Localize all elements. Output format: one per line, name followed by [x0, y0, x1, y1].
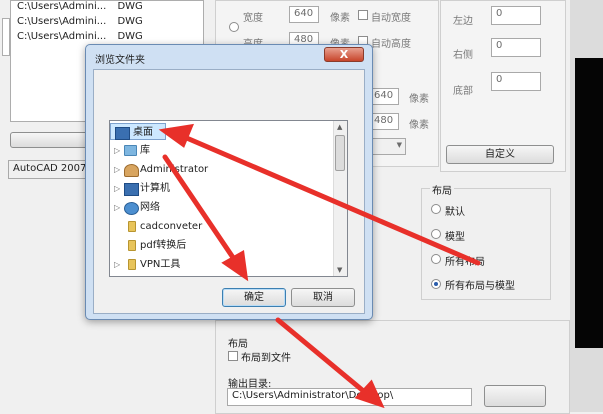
- layout-radio-default[interactable]: [431, 204, 441, 214]
- dialog-body: 桌面 ▷ 库 ▷ Administrator ▷ 计算机 ▷ 网络 cadcon…: [93, 69, 365, 314]
- expand-arrow-icon[interactable]: ▷: [114, 256, 120, 273]
- tree-item-administrator[interactable]: ▷ Administrator: [110, 161, 310, 178]
- browse-folder-dialog: 浏览文件夹 X 桌面 ▷ 库 ▷ Administrator ▷ 计算机 ▷ 网…: [85, 44, 373, 320]
- scroll-thumb[interactable]: [335, 135, 345, 171]
- width2-input[interactable]: 640: [369, 88, 399, 105]
- layout-radio-all-layouts-model[interactable]: [431, 279, 441, 289]
- auto-width-label: 自动宽度: [371, 13, 411, 24]
- network-icon: [124, 202, 139, 215]
- tree-item-vpn[interactable]: ▷ VPN工具: [110, 256, 310, 273]
- scroll-down-icon[interactable]: ▼: [337, 266, 342, 274]
- tree-item-pdf[interactable]: pdf转换后: [110, 237, 310, 254]
- size-radio[interactable]: [229, 22, 239, 32]
- custom-button[interactable]: 自定义: [446, 145, 554, 164]
- chevron-down-icon: ▼: [396, 141, 402, 149]
- browse-button[interactable]: [484, 385, 546, 407]
- right-margin-label: 右侧: [453, 50, 473, 61]
- file-row[interactable]: C:\Users\Admini... DWG: [17, 31, 143, 42]
- file-row[interactable]: C:\Users\Admini... DWG: [17, 16, 143, 27]
- layout-bottom-title: 布局: [228, 339, 248, 350]
- layout-radio-model[interactable]: [431, 229, 441, 239]
- tree-item-computer[interactable]: ▷ 计算机: [110, 180, 310, 197]
- folder-icon: [128, 221, 136, 232]
- auto-height-label: 自动高度: [371, 39, 411, 50]
- close-button[interactable]: X: [324, 47, 364, 62]
- tree-item-network[interactable]: ▷ 网络: [110, 199, 310, 216]
- bottom-margin-input[interactable]: 0: [491, 72, 541, 91]
- tree-item-cadconveter[interactable]: cadconveter: [110, 218, 310, 235]
- user-icon: [124, 164, 139, 177]
- auto-width-checkbox[interactable]: [358, 10, 368, 20]
- folder-tree[interactable]: 桌面 ▷ 库 ▷ Administrator ▷ 计算机 ▷ 网络 cadcon…: [109, 120, 348, 277]
- folder-icon: [128, 259, 136, 270]
- layout-to-file-label[interactable]: 布局到文件: [241, 349, 291, 364]
- layout-title: 布局: [430, 182, 454, 197]
- width2-unit: 像素: [409, 94, 429, 105]
- desktop-icon: [115, 127, 130, 140]
- dialog-title: 浏览文件夹: [95, 55, 145, 66]
- side-marker: [2, 18, 10, 56]
- left-margin-label: 左边: [453, 16, 473, 27]
- left-margin-input[interactable]: 0: [491, 6, 541, 25]
- width-unit: 像素: [330, 13, 350, 24]
- layout-option-default[interactable]: 默认: [445, 203, 465, 218]
- layout-option-model[interactable]: 模型: [445, 228, 465, 243]
- library-icon: [124, 145, 137, 156]
- ok-button[interactable]: 确定: [222, 288, 286, 307]
- tree-item-desktop[interactable]: 桌面: [110, 123, 166, 140]
- expand-arrow-icon[interactable]: ▷: [114, 142, 120, 159]
- folder-icon: [128, 240, 136, 251]
- expand-arrow-icon[interactable]: ▷: [114, 180, 120, 197]
- file-row[interactable]: C:\Users\Admini... DWG: [17, 1, 143, 12]
- expand-arrow-icon[interactable]: ▷: [114, 199, 120, 216]
- height2-input[interactable]: 480: [369, 113, 399, 130]
- close-icon: X: [339, 48, 349, 61]
- expand-arrow-icon[interactable]: ▷: [114, 161, 120, 178]
- width-input[interactable]: 640: [289, 6, 319, 23]
- scroll-up-icon[interactable]: ▲: [337, 123, 342, 131]
- vertical-scrollbar[interactable]: ▲ ▼: [333, 121, 347, 276]
- height2-unit: 像素: [409, 120, 429, 131]
- bottom-margin-label: 底部: [453, 86, 473, 97]
- computer-icon: [124, 183, 139, 196]
- width-label: 宽度: [243, 13, 263, 24]
- tree-item-library[interactable]: ▷ 库: [110, 142, 310, 159]
- black-preview: [575, 58, 603, 348]
- layout-option-all-layouts[interactable]: 所有布局: [445, 253, 485, 268]
- size-dropdown[interactable]: ▼: [372, 138, 406, 155]
- output-dir-input[interactable]: C:\Users\Administrator\Desktop\: [227, 388, 472, 406]
- layout-to-file-checkbox[interactable]: [228, 351, 238, 361]
- right-margin-input[interactable]: 0: [491, 38, 541, 57]
- cancel-button[interactable]: 取消: [291, 288, 355, 307]
- layout-radio-all-layouts[interactable]: [431, 254, 441, 264]
- layout-option-all-layouts-model[interactable]: 所有布局与模型: [445, 277, 515, 292]
